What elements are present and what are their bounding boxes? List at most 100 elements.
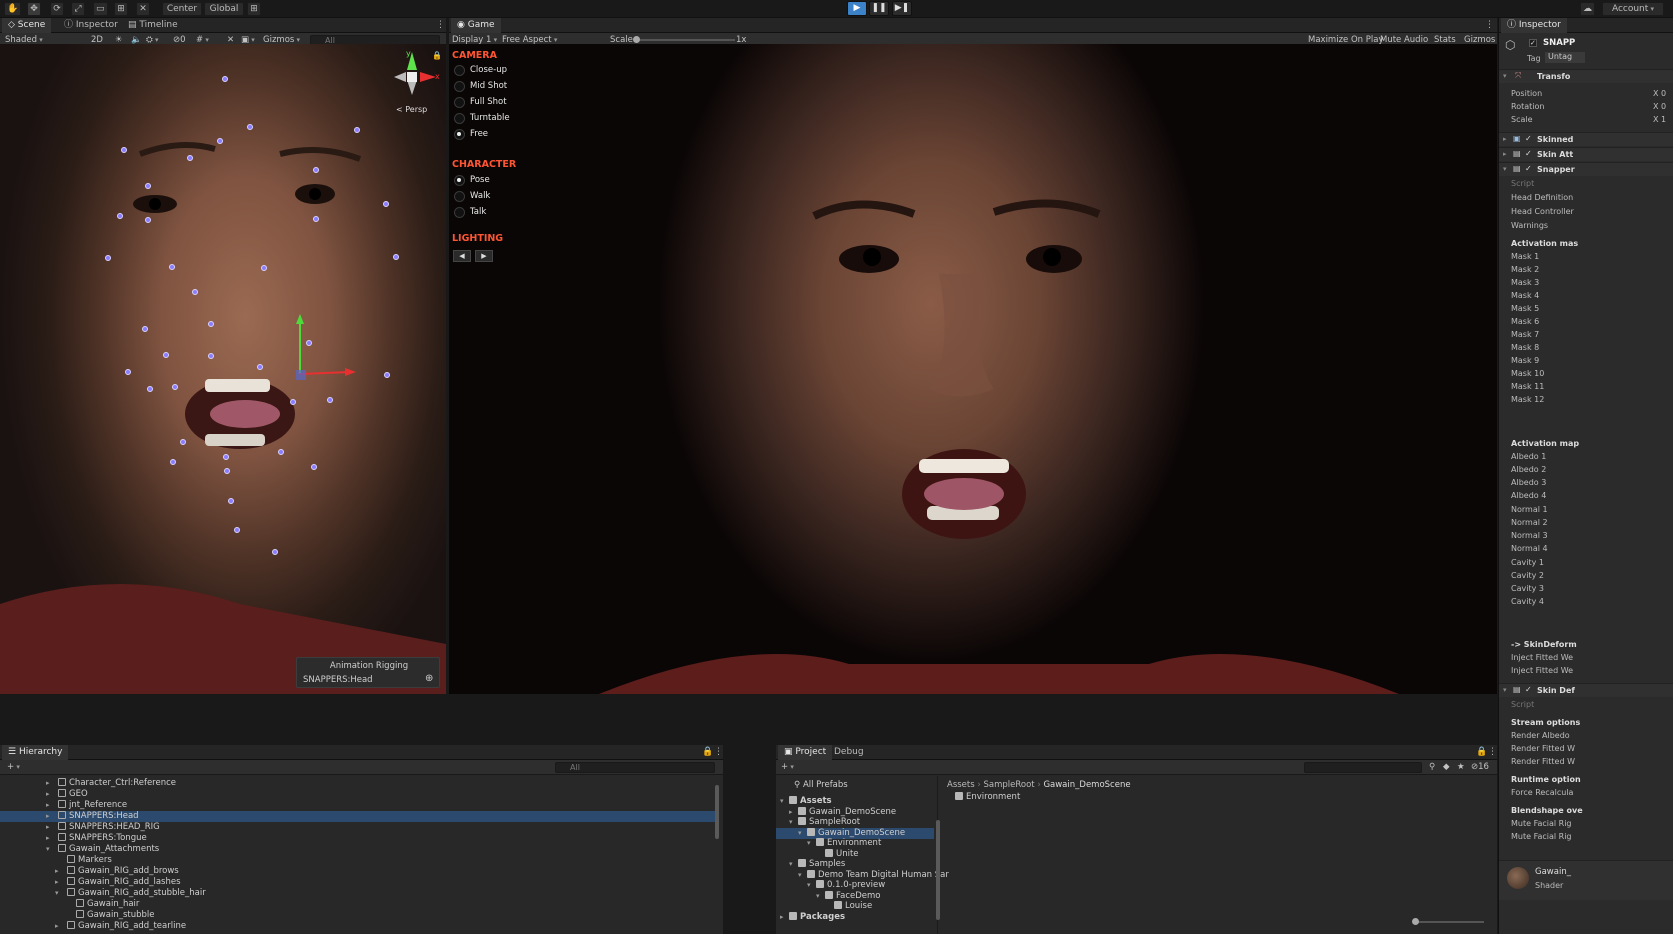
cavity-map-field[interactable]: Cavity 4 bbox=[1511, 597, 1544, 606]
marker-dot[interactable] bbox=[313, 167, 319, 173]
tab-debug[interactable]: Debug bbox=[828, 745, 870, 760]
project-menu-icon[interactable]: ⋮ bbox=[1482, 745, 1503, 760]
persp-label[interactable]: < Persp bbox=[396, 105, 427, 114]
camera-option-free[interactable]: Free bbox=[454, 128, 488, 140]
breadcrumb-sampleroot[interactable]: SampleRoot bbox=[983, 780, 1034, 790]
albedo-map-field[interactable]: Albedo 3 bbox=[1511, 478, 1546, 487]
marker-dot[interactable] bbox=[393, 254, 399, 260]
cavity-map-field[interactable]: Cavity 2 bbox=[1511, 571, 1544, 580]
expand-arrow-icon[interactable]: ▸ bbox=[55, 866, 59, 877]
marker-dot[interactable] bbox=[223, 454, 229, 460]
force-recalc-label[interactable]: Force Recalcula bbox=[1511, 788, 1573, 797]
project-tree-row[interactable]: ▾ Gawain_DemoScene bbox=[776, 827, 934, 839]
character-option-pose[interactable]: Pose bbox=[454, 174, 490, 186]
marker-dot[interactable] bbox=[163, 352, 169, 358]
marker-dot[interactable] bbox=[354, 127, 360, 133]
hand-tool-icon[interactable]: ✋ bbox=[4, 2, 22, 16]
expand-arrow-icon[interactable]: ▸ bbox=[55, 921, 59, 932]
normal-map-field[interactable]: Normal 2 bbox=[1511, 518, 1548, 527]
expand-arrow-icon[interactable]: ▸ bbox=[46, 789, 50, 800]
project-create-dropdown[interactable]: + bbox=[778, 761, 797, 774]
add-icon[interactable]: ⊕ bbox=[425, 673, 433, 684]
project-tree-row[interactable]: ▾ 0.1.0-preview bbox=[776, 880, 934, 891]
icon-size-slider[interactable] bbox=[1412, 918, 1484, 925]
hierarchy-row[interactable]: ▸ SNAPPERS:HEAD_RIG bbox=[0, 822, 715, 833]
scale-slider-thumb[interactable] bbox=[633, 36, 640, 43]
marker-dot[interactable] bbox=[228, 498, 234, 504]
tab-timeline[interactable]: ▤ Timeline bbox=[122, 18, 184, 33]
tab-inspector[interactable]: ⓘ Inspector bbox=[58, 18, 124, 33]
component-skin-att-header[interactable]: ▸ ▤ ✓ Skin Att bbox=[1499, 147, 1673, 161]
albedo-map-field[interactable]: Albedo 2 bbox=[1511, 465, 1546, 474]
create-dropdown[interactable]: + bbox=[4, 761, 23, 774]
project-tree-row[interactable]: ▾ SampleRoot bbox=[776, 817, 934, 828]
mask-field[interactable]: Mask 6 bbox=[1511, 317, 1539, 326]
rect-tool-icon[interactable]: ▭ bbox=[93, 2, 108, 16]
marker-dot[interactable] bbox=[313, 216, 319, 222]
expand-arrow-icon[interactable]: ▾ bbox=[46, 844, 50, 855]
lighting-prev-button[interactable]: ◀ bbox=[453, 250, 471, 262]
normal-map-field[interactable]: Normal 1 bbox=[1511, 505, 1548, 514]
marker-dot[interactable] bbox=[147, 386, 153, 392]
expand-arrow-icon[interactable]: ▸ bbox=[46, 822, 50, 833]
mask-field[interactable]: Mask 8 bbox=[1511, 343, 1539, 352]
position-x-field[interactable]: X 0 bbox=[1653, 89, 1666, 98]
component-snapper-header[interactable]: ▾ ▤ ✓ Snapper bbox=[1499, 162, 1673, 176]
hierarchy-search-input[interactable]: All bbox=[555, 762, 715, 773]
mask-field[interactable]: Mask 9 bbox=[1511, 356, 1539, 365]
expand-arrow-icon[interactable]: ▸ bbox=[780, 912, 784, 923]
scale-x-field[interactable]: X 1 bbox=[1653, 115, 1666, 124]
marker-dot[interactable] bbox=[272, 549, 278, 555]
expand-arrow-icon[interactable]: ▾ bbox=[789, 817, 793, 828]
render-fitted-2[interactable]: Render Fitted W bbox=[1511, 757, 1575, 766]
project-tree-row[interactable]: ▾ Samples bbox=[776, 859, 934, 870]
activation-maps-header[interactable]: Activation map bbox=[1511, 439, 1579, 448]
render-fitted-1[interactable]: Render Fitted W bbox=[1511, 744, 1575, 753]
account-dropdown[interactable]: Account bbox=[1602, 2, 1664, 16]
panel-menu-icon[interactable]: ⋮ bbox=[430, 18, 451, 33]
expand-arrow-icon[interactable]: ▸ bbox=[46, 800, 50, 811]
marker-dot[interactable] bbox=[261, 265, 267, 271]
cavity-map-field[interactable]: Cavity 1 bbox=[1511, 558, 1544, 567]
scene-viewport[interactable]: y x 🔒 < Persp Animation Rigging SNAPPERS… bbox=[0, 44, 446, 694]
mask-field[interactable]: Mask 12 bbox=[1511, 395, 1544, 404]
project-search-input[interactable] bbox=[1304, 762, 1422, 773]
marker-dot[interactable] bbox=[290, 399, 296, 405]
marker-dot[interactable] bbox=[125, 369, 131, 375]
expand-arrow-icon[interactable]: ▾ bbox=[55, 888, 59, 899]
game-menu-icon[interactable]: ⋮ bbox=[1479, 18, 1500, 33]
pause-button[interactable]: ❚❚ bbox=[869, 1, 889, 16]
hierarchy-row[interactable]: Gawain_stubble bbox=[0, 910, 715, 921]
lock-icon[interactable]: 🔒 bbox=[432, 51, 442, 60]
marker-dot[interactable] bbox=[192, 289, 198, 295]
hierarchy-row[interactable]: Gawain_hair bbox=[0, 899, 715, 910]
mask-field[interactable]: Mask 11 bbox=[1511, 382, 1544, 391]
tab-game[interactable]: ◉ Game bbox=[451, 18, 501, 33]
pivot-center-button[interactable]: Center bbox=[162, 2, 202, 16]
rotate-tool-icon[interactable]: ⟳ bbox=[50, 2, 64, 16]
icon-size-slider-thumb[interactable] bbox=[1412, 918, 1419, 925]
object-name-field[interactable]: SNAPP bbox=[1543, 38, 1575, 48]
hidden-packages-toggle[interactable]: ⊘16 bbox=[1468, 761, 1492, 774]
marker-dot[interactable] bbox=[257, 364, 263, 370]
marker-dot[interactable] bbox=[306, 340, 312, 346]
hierarchy-row[interactable]: Markers bbox=[0, 855, 715, 866]
marker-dot[interactable] bbox=[187, 155, 193, 161]
hierarchy-row[interactable]: ▸ GEO bbox=[0, 789, 715, 800]
scale-slider[interactable] bbox=[633, 36, 735, 43]
expand-arrow-icon[interactable]: ▾ bbox=[807, 838, 811, 849]
cloud-icon[interactable]: ☁ bbox=[1580, 2, 1595, 16]
project-tree-row[interactable]: ▾ Demo Team Digital Human Sar bbox=[776, 869, 949, 881]
content-folder-environment[interactable]: Environment bbox=[955, 792, 1020, 803]
marker-dot[interactable] bbox=[172, 384, 178, 390]
play-button[interactable]: ▶ bbox=[847, 1, 867, 16]
cavity-map-field[interactable]: Cavity 3 bbox=[1511, 584, 1544, 593]
move-tool-icon[interactable]: ✥ bbox=[27, 2, 41, 16]
marker-dot[interactable] bbox=[170, 459, 176, 465]
project-tree-row[interactable]: ▾ Environment bbox=[776, 838, 934, 849]
favorite-icon[interactable]: ★ bbox=[1454, 761, 1468, 774]
hierarchy-row[interactable]: ▸ jnt_Reference bbox=[0, 800, 715, 811]
mask-field[interactable]: Mask 4 bbox=[1511, 291, 1539, 300]
marker-dot[interactable] bbox=[278, 449, 284, 455]
project-tree-row[interactable]: ▾ FaceDemo bbox=[776, 890, 934, 902]
